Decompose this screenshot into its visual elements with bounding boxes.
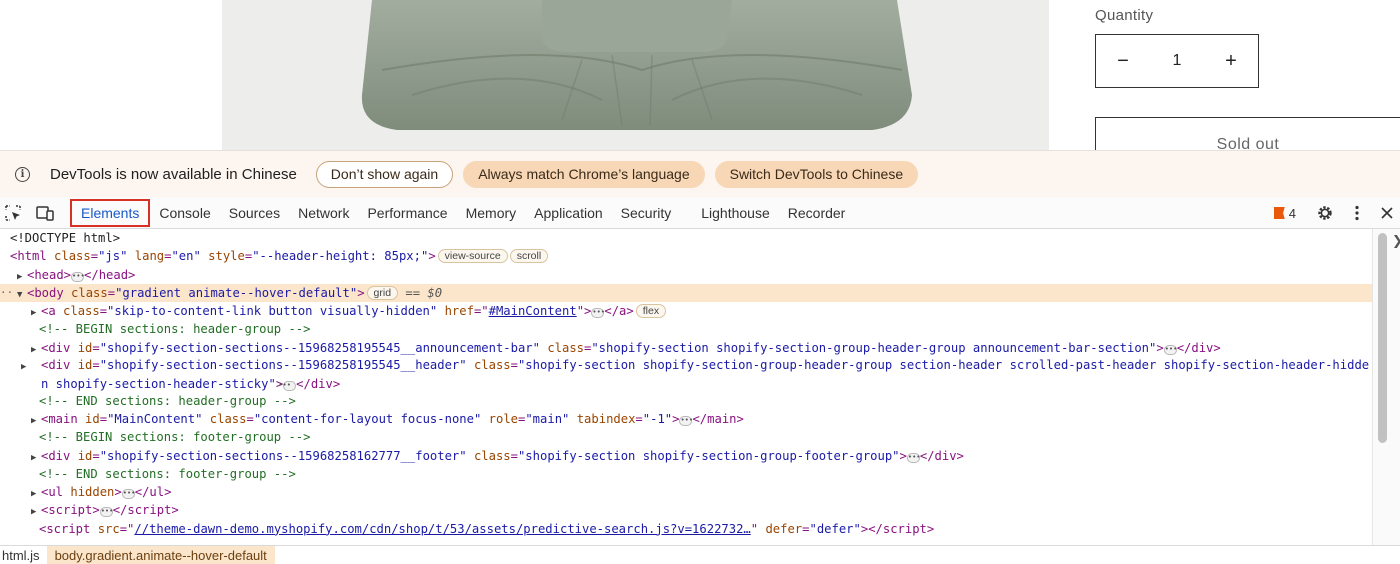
increment-button[interactable]: + bbox=[1204, 35, 1258, 87]
dom-row-head[interactable]: ▶ <head>•••</head> bbox=[0, 266, 1372, 284]
product-image bbox=[222, 0, 1049, 150]
selected-marker: == $0 bbox=[405, 285, 443, 300]
ellipsis-icon[interactable]: ••• bbox=[278, 381, 297, 392]
tab-memory[interactable]: Memory bbox=[457, 199, 526, 227]
quantity-value[interactable]: 1 bbox=[1173, 52, 1182, 70]
dom-row-skip-link[interactable]: ▶ <a class="skip-to-content-link button v… bbox=[0, 302, 1372, 320]
tab-security[interactable]: Security bbox=[612, 199, 681, 227]
language-infobar: i DevTools is now available in Chinese D… bbox=[0, 150, 1400, 197]
tab-sources[interactable]: Sources bbox=[220, 199, 289, 227]
breadcrumb-file[interactable]: html.js bbox=[0, 546, 47, 564]
tab-lighthouse[interactable]: Lighthouse bbox=[692, 199, 779, 227]
match-chrome-language-button[interactable]: Always match Chrome’s language bbox=[463, 160, 705, 188]
tab-console[interactable]: Console bbox=[150, 199, 219, 227]
main-content-link[interactable]: #MainContent bbox=[489, 304, 577, 318]
switch-to-chinese-button[interactable]: Switch DevTools to Chinese bbox=[714, 160, 919, 188]
elements-panel[interactable]: <!DOCTYPE html> <html class="js" lang="e… bbox=[0, 229, 1372, 545]
product-page: Quantity − 1 + Sold out bbox=[0, 0, 1400, 150]
tab-recorder[interactable]: Recorder bbox=[779, 199, 855, 227]
devtools-tabbar: Elements Console Sources Network Perform… bbox=[0, 197, 1400, 229]
dom-row-doctype[interactable]: <!DOCTYPE html> bbox=[0, 229, 1372, 247]
dom-row-header[interactable]: ▶ <div id="shopify-section-sections--1596… bbox=[0, 357, 1372, 392]
dont-show-again-button[interactable]: Don’t show again bbox=[315, 160, 454, 188]
breadcrumb-current[interactable]: body.gradient.animate--hover-default bbox=[46, 545, 275, 564]
inspect-element-icon[interactable] bbox=[0, 200, 26, 226]
dom-row-script[interactable]: ▶ <script>•••</script> bbox=[0, 501, 1372, 519]
bag-illustration bbox=[361, 0, 912, 130]
scroll-thumb[interactable] bbox=[1378, 233, 1387, 443]
ellipsis-icon[interactable]: ••• bbox=[71, 271, 85, 282]
flex-badge[interactable]: flex bbox=[635, 304, 667, 319]
gear-icon[interactable] bbox=[1312, 200, 1338, 226]
issues-count: 4 bbox=[1288, 205, 1296, 221]
quantity-label: Quantity bbox=[1095, 7, 1154, 24]
view-source-badge[interactable]: view-source bbox=[437, 249, 508, 264]
issues-flag-icon bbox=[1273, 207, 1285, 219]
row-options-icon: ·· bbox=[0, 285, 14, 299]
info-icon: i bbox=[15, 166, 30, 182]
script-src-link[interactable]: //theme-dawn-demo.myshopify.com/cdn/shop… bbox=[134, 522, 750, 536]
dom-row-comment[interactable]: <!-- END sections: header-group --> bbox=[0, 392, 1372, 410]
dom-row-script-src[interactable]: <script src="//theme-dawn-demo.myshopify… bbox=[0, 520, 1372, 538]
sold-out-button[interactable]: Sold out bbox=[1095, 117, 1400, 150]
ellipsis-icon[interactable]: ••• bbox=[679, 415, 693, 426]
dom-row-body[interactable]: ·· ▼ <body class="gradient animate--hover-… bbox=[0, 283, 1372, 303]
expand-arrow-icon[interactable]: ▶ bbox=[21, 359, 41, 376]
ellipsis-icon[interactable]: ••• bbox=[591, 308, 605, 319]
dom-row-comment[interactable]: <!-- BEGIN sections: footer-group --> bbox=[0, 428, 1372, 446]
quantity-stepper[interactable]: − 1 + bbox=[1095, 34, 1259, 88]
elements-scrollbar[interactable] bbox=[1372, 229, 1400, 545]
doctype-text: <!DOCTYPE html> bbox=[10, 231, 121, 245]
infobar-message: DevTools is now available in Chinese bbox=[50, 165, 297, 183]
ellipsis-icon[interactable]: ••• bbox=[906, 452, 921, 463]
dom-row-main[interactable]: ▶ <main id="MainContent" class="content-f… bbox=[0, 410, 1372, 428]
tab-network[interactable]: Network bbox=[289, 199, 358, 227]
ellipsis-icon[interactable]: ••• bbox=[1163, 344, 1177, 355]
dom-row-ul[interactable]: ▶ <ul hidden>•••</ul> bbox=[0, 483, 1372, 501]
close-icon[interactable] bbox=[1374, 200, 1400, 226]
dom-row-comment[interactable]: <!-- END sections: footer-group --> bbox=[0, 465, 1372, 483]
issues-badge[interactable]: 4 bbox=[1273, 205, 1296, 221]
ellipsis-icon[interactable]: ••• bbox=[121, 489, 135, 500]
chevron-right-icon[interactable]: ❯ bbox=[1392, 233, 1400, 249]
more-options-icon[interactable] bbox=[1344, 200, 1370, 226]
breadcrumb: html.js body.gradient.animate--hover-def… bbox=[0, 545, 1400, 564]
dom-row-comment[interactable]: <!-- BEGIN sections: header-group --> bbox=[0, 320, 1372, 338]
dom-row-footer[interactable]: ▶ <div id="shopify-section-sections--1596… bbox=[0, 447, 1372, 465]
decrement-button[interactable]: − bbox=[1096, 35, 1150, 87]
scroll-badge[interactable]: scroll bbox=[509, 249, 549, 264]
dom-row-html[interactable]: <html class="js" lang="en" style="--head… bbox=[0, 247, 1372, 265]
tab-elements[interactable]: Elements bbox=[70, 198, 151, 227]
tab-application[interactable]: Application bbox=[525, 199, 612, 227]
dom-row-announcement-bar[interactable]: ▶ <div id="shopify-section-sections--1596… bbox=[0, 339, 1372, 357]
tab-performance[interactable]: Performance bbox=[358, 199, 456, 227]
tabbar-actions: 4 bbox=[1273, 197, 1400, 229]
ellipsis-icon[interactable]: ••• bbox=[99, 507, 113, 518]
grid-badge[interactable]: grid bbox=[366, 285, 399, 300]
device-toolbar-icon[interactable] bbox=[32, 200, 58, 226]
